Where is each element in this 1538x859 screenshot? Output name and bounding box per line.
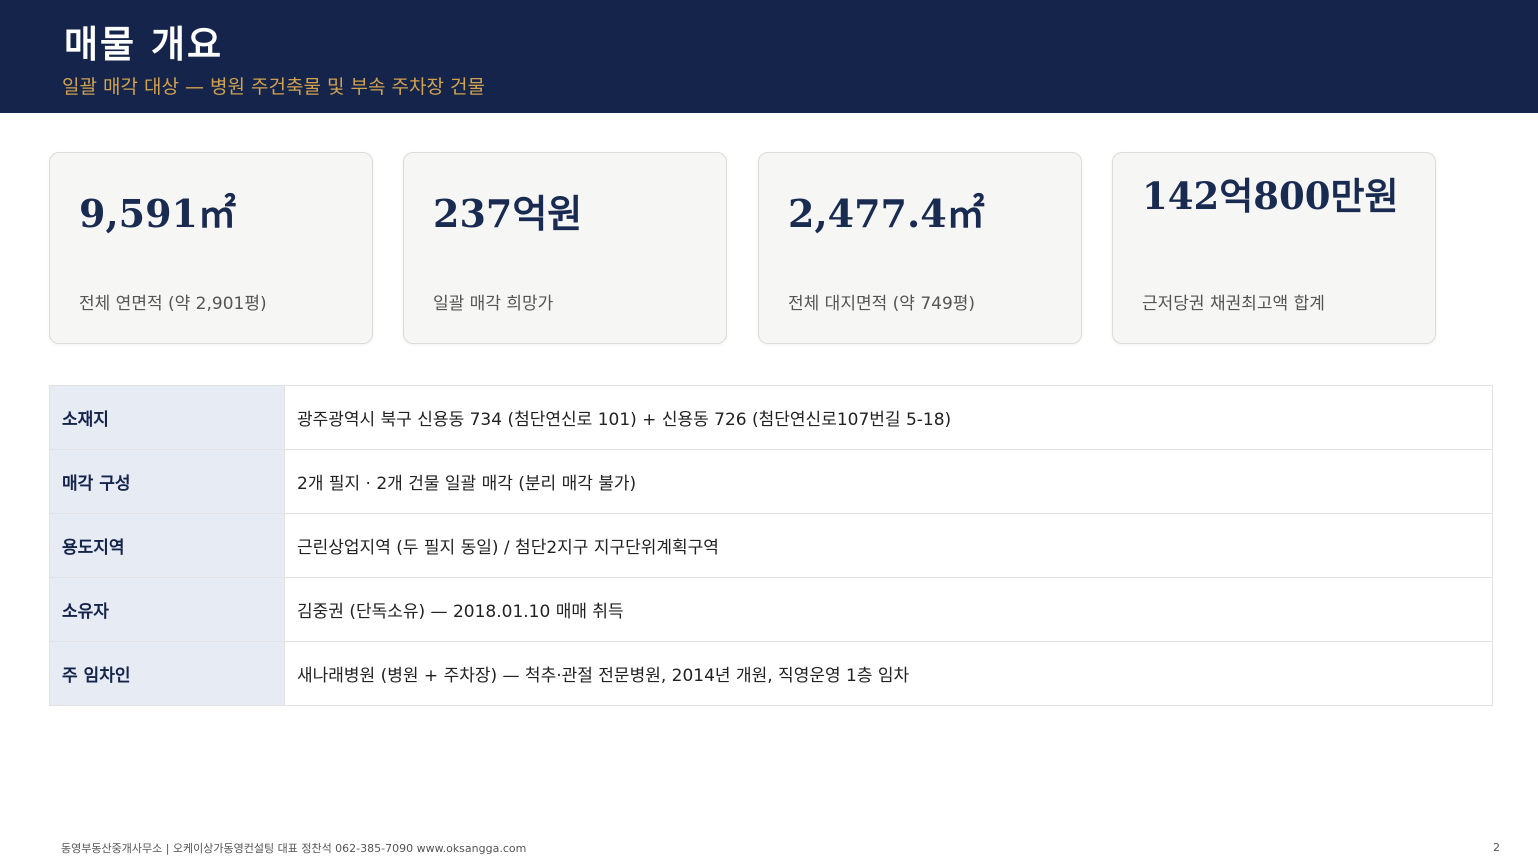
summary-card-price: 237억원 일괄 매각 희망가 — [403, 152, 727, 344]
table-row: 주 임차인 새나래병원 (병원 + 주차장) — 척추·관절 전문병원, 201… — [49, 641, 1493, 706]
card-value: 237억원 — [433, 191, 583, 236]
row-value: 새나래병원 (병원 + 주차장) — 척추·관절 전문병원, 2014년 개원,… — [284, 641, 1493, 706]
page-subtitle: 일괄 매각 대상 — 병원 주건축물 및 부속 주차장 건물 — [62, 76, 485, 98]
header-banner: 매물 개요 일괄 매각 대상 — 병원 주건축물 및 부속 주차장 건물 — [0, 0, 1538, 113]
summary-card-floor-area: 9,591㎡ 전체 연면적 (약 2,901평) — [49, 152, 373, 344]
row-key: 용도지역 — [49, 513, 285, 578]
card-label: 근저당권 채권최고액 합계 — [1142, 294, 1325, 314]
summary-card-land-area: 2,477.4㎡ 전체 대지면적 (약 749평) — [758, 152, 1082, 344]
row-value: 근린상업지역 (두 필지 동일) / 첨단2지구 지구단위계획구역 — [284, 513, 1493, 578]
table-row: 매각 구성 2개 필지 · 2개 건물 일괄 매각 (분리 매각 불가) — [49, 449, 1493, 514]
row-key: 매각 구성 — [49, 449, 285, 514]
table-row: 소재지 광주광역시 북구 신용동 734 (첨단연신로 101) + 신용동 7… — [49, 385, 1493, 450]
card-value: 2,477.4㎡ — [788, 191, 985, 236]
card-label: 일괄 매각 희망가 — [433, 294, 554, 314]
card-value: 9,591㎡ — [79, 191, 236, 236]
row-value: 김중권 (단독소유) — 2018.01.10 매매 취득 — [284, 577, 1493, 642]
card-label: 전체 연면적 (약 2,901평) — [79, 294, 267, 314]
row-value: 2개 필지 · 2개 건물 일괄 매각 (분리 매각 불가) — [284, 449, 1493, 514]
summary-card-mortgage: 142억800만원 근저당권 채권최고액 합계 — [1112, 152, 1436, 344]
card-label: 전체 대지면적 (약 749평) — [788, 294, 976, 314]
row-key: 소재지 — [49, 385, 285, 450]
card-value: 142억800만원 — [1142, 174, 1399, 218]
table-row: 소유자 김중권 (단독소유) — 2018.01.10 매매 취득 — [49, 577, 1493, 642]
footer-contact: 동영부동산중개사무소 | 오케이상가동영컨설팅 대표 정찬석 062-385-7… — [61, 842, 527, 855]
property-info-table: 소재지 광주광역시 북구 신용동 734 (첨단연신로 101) + 신용동 7… — [49, 385, 1493, 706]
page-number: 2 — [1493, 841, 1500, 854]
page-title: 매물 개요 — [64, 22, 224, 66]
row-value: 광주광역시 북구 신용동 734 (첨단연신로 101) + 신용동 726 (… — [284, 385, 1493, 450]
row-key: 소유자 — [49, 577, 285, 642]
table-row: 용도지역 근린상업지역 (두 필지 동일) / 첨단2지구 지구단위계획구역 — [49, 513, 1493, 578]
row-key: 주 임차인 — [49, 641, 285, 706]
